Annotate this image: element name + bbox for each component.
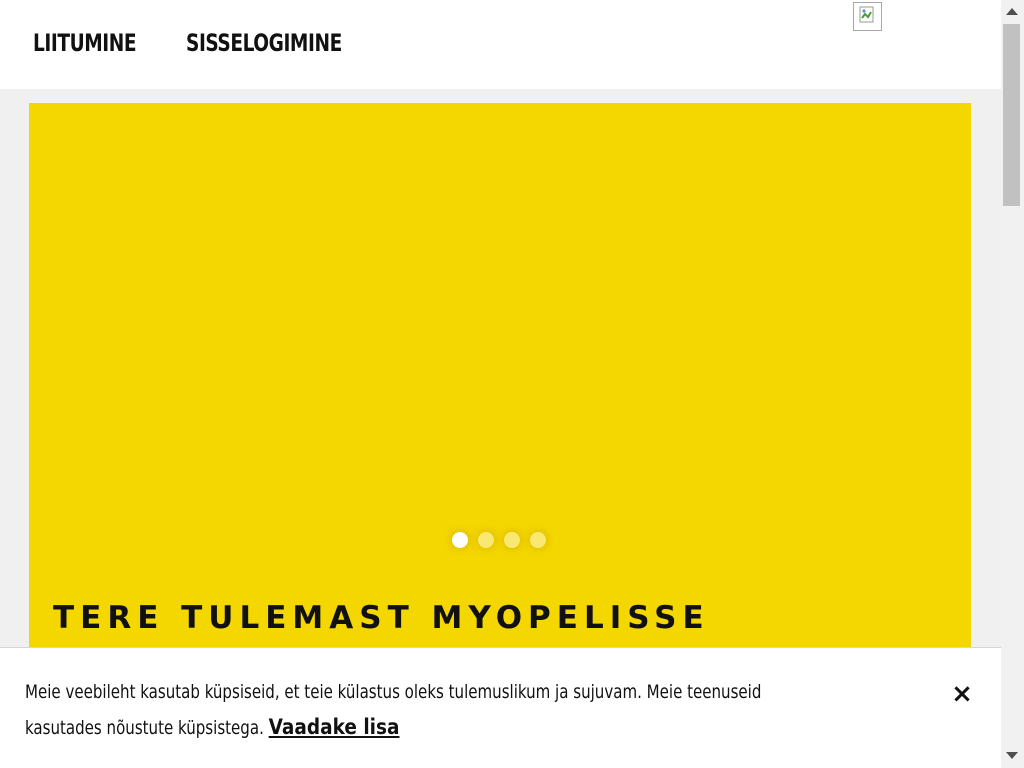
carousel-dot-2[interactable] bbox=[478, 532, 494, 548]
broken-image-icon[interactable] bbox=[853, 2, 882, 31]
scroll-down-arrow-icon[interactable] bbox=[1006, 752, 1018, 759]
carousel-dot-1[interactable] bbox=[452, 532, 468, 548]
nav-link-join[interactable]: LIITUMINE bbox=[33, 29, 137, 57]
cookie-message-line-1: Meie veebileht kasutab küpsiseid, et tei… bbox=[25, 681, 762, 703]
cookie-more-link[interactable]: Vaadake lisa bbox=[269, 715, 400, 739]
top-navigation-bar: LIITUMINE SISSELOGIMINE bbox=[0, 0, 1001, 89]
cookie-message-text: kasutades nõustute küpsistega. bbox=[25, 717, 264, 739]
carousel-dot-4[interactable] bbox=[530, 532, 546, 548]
close-icon[interactable]: × bbox=[950, 681, 974, 707]
scrollbar-thumb[interactable] bbox=[1003, 24, 1020, 206]
hero-title: TERE TULEMAST MYOPELISSE bbox=[53, 600, 710, 636]
cookie-message: Meie veebileht kasutab küpsiseid, et tei… bbox=[25, 675, 925, 746]
cookie-message-line-2: kasutades nõustute küpsistega. Vaadake l… bbox=[25, 710, 817, 746]
cookie-banner: Meie veebileht kasutab küpsiseid, et tei… bbox=[0, 647, 1001, 768]
carousel-dot-3[interactable] bbox=[504, 532, 520, 548]
nav-link-login[interactable]: SISSELOGIMINE bbox=[186, 29, 342, 57]
hero-banner: TERE TULEMAST MYOPELISSE bbox=[29, 103, 971, 663]
scroll-up-arrow-icon[interactable] bbox=[1006, 8, 1018, 15]
vertical-scrollbar[interactable] bbox=[1001, 0, 1024, 768]
